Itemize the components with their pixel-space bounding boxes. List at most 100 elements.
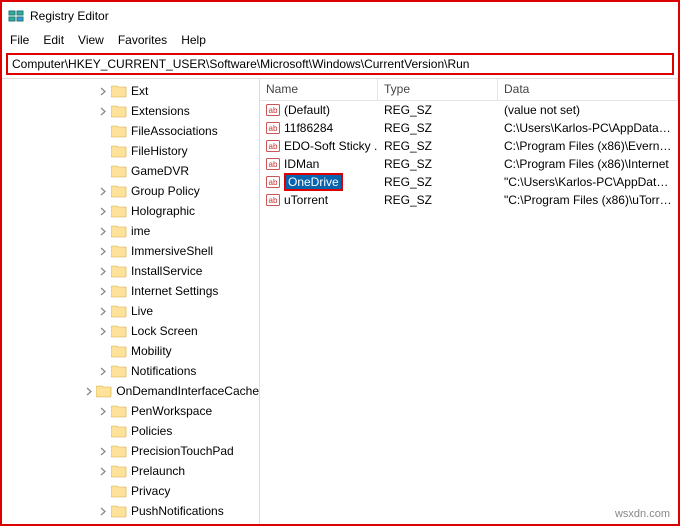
string-value-icon: ab	[266, 139, 280, 153]
svg-text:ab: ab	[269, 160, 278, 169]
tree-item-label: Notifications	[131, 364, 196, 378]
tree-item-label: Mobility	[131, 344, 172, 358]
tree-item-internet-settings[interactable]: Internet Settings	[2, 281, 259, 301]
folder-icon	[111, 224, 127, 238]
expander-icon[interactable]	[98, 286, 109, 297]
expander-icon[interactable]	[98, 446, 109, 457]
expander-icon	[98, 486, 109, 497]
tree-item-label: ime	[131, 224, 150, 238]
values-panel: Name Type Data ab(Default)REG_SZ(value n…	[260, 79, 678, 524]
value-row[interactable]: abOneDriveREG_SZ"C:\Users\Karlos-PC\AppD…	[260, 173, 678, 191]
column-name[interactable]: Name	[260, 79, 378, 100]
tree-item-holographic[interactable]: Holographic	[2, 201, 259, 221]
value-row[interactable]: abIDManREG_SZC:\Program Files (x86)\Inte…	[260, 155, 678, 173]
string-value-icon: ab	[266, 121, 280, 135]
tree-item-label: Group Policy	[131, 184, 200, 198]
svg-text:ab: ab	[269, 124, 278, 133]
window-title: Registry Editor	[30, 9, 109, 23]
tree-item-fileassociations[interactable]: FileAssociations	[2, 121, 259, 141]
expander-icon[interactable]	[98, 246, 109, 257]
tree-item-pushnotifications[interactable]: PushNotifications	[2, 501, 259, 521]
menu-help[interactable]: Help	[181, 33, 206, 47]
expander-icon[interactable]	[98, 366, 109, 377]
value-data: C:\Users\Karlos-PC\AppData\Ro	[498, 121, 678, 135]
tree-item-penworkspace[interactable]: PenWorkspace	[2, 401, 259, 421]
svg-text:ab: ab	[269, 196, 278, 205]
folder-icon	[111, 164, 127, 178]
expander-icon[interactable]	[98, 306, 109, 317]
tree-item-mobility[interactable]: Mobility	[2, 341, 259, 361]
expander-icon[interactable]	[98, 266, 109, 277]
tree-item-label: PenWorkspace	[131, 404, 212, 418]
expander-icon	[98, 426, 109, 437]
value-name: uTorrent	[284, 193, 328, 207]
expander-icon[interactable]	[98, 226, 109, 237]
folder-icon	[111, 124, 127, 138]
menu-view[interactable]: View	[78, 33, 104, 47]
expander-icon[interactable]	[98, 186, 109, 197]
tree-item-radar[interactable]: RADAR	[2, 521, 259, 524]
tree-item-lock-screen[interactable]: Lock Screen	[2, 321, 259, 341]
column-type[interactable]: Type	[378, 79, 498, 100]
expander-icon[interactable]	[98, 506, 109, 517]
column-data[interactable]: Data	[498, 79, 678, 100]
value-row[interactable]: ab(Default)REG_SZ(value not set)	[260, 101, 678, 119]
expander-icon[interactable]	[98, 206, 109, 217]
expander-icon[interactable]	[98, 406, 109, 417]
folder-icon	[111, 504, 127, 518]
address-bar[interactable]: Computer\HKEY_CURRENT_USER\Software\Micr…	[6, 53, 674, 75]
folder-icon	[111, 404, 127, 418]
tree-item-group-policy[interactable]: Group Policy	[2, 181, 259, 201]
menu-edit[interactable]: Edit	[43, 33, 64, 47]
tree-item-privacy[interactable]: Privacy	[2, 481, 259, 501]
menu-favorites[interactable]: Favorites	[118, 33, 167, 47]
svg-text:ab: ab	[269, 106, 278, 115]
tree-item-ext[interactable]: Ext	[2, 81, 259, 101]
value-name: IDMan	[284, 157, 319, 171]
string-value-icon: ab	[266, 175, 280, 189]
tree-item-ime[interactable]: ime	[2, 221, 259, 241]
menu-file[interactable]: File	[10, 33, 29, 47]
tree-item-ondemandinterfacecache[interactable]: OnDemandInterfaceCache	[2, 381, 259, 401]
tree-item-extensions[interactable]: Extensions	[2, 101, 259, 121]
folder-icon	[111, 304, 127, 318]
tree-item-immersiveshell[interactable]: ImmersiveShell	[2, 241, 259, 261]
expander-icon[interactable]	[98, 466, 109, 477]
tree-panel[interactable]: ExtExtensionsFileAssociationsFileHistory…	[2, 79, 260, 524]
tree-item-live[interactable]: Live	[2, 301, 259, 321]
string-value-icon: ab	[266, 157, 280, 171]
expander-icon[interactable]	[98, 86, 109, 97]
value-type: REG_SZ	[378, 157, 498, 171]
svg-text:ab: ab	[269, 142, 278, 151]
tree-item-label: Internet Settings	[131, 284, 218, 298]
tree-item-label: Live	[131, 304, 153, 318]
tree-item-notifications[interactable]: Notifications	[2, 361, 259, 381]
value-row[interactable]: abuTorrentREG_SZ"C:\Program Files (x86)\…	[260, 191, 678, 209]
expander-icon[interactable]	[98, 326, 109, 337]
tree-item-prelaunch[interactable]: Prelaunch	[2, 461, 259, 481]
value-row[interactable]: abEDO-Soft Sticky ...REG_SZC:\Program Fi…	[260, 137, 678, 155]
value-name: EDO-Soft Sticky ...	[284, 139, 378, 153]
tree-item-installservice[interactable]: InstallService	[2, 261, 259, 281]
expander-icon[interactable]	[85, 386, 94, 397]
value-type: REG_SZ	[378, 139, 498, 153]
address-text: Computer\HKEY_CURRENT_USER\Software\Micr…	[12, 57, 469, 71]
tree-item-gamedvr[interactable]: GameDVR	[2, 161, 259, 181]
value-data: "C:\Users\Karlos-PC\AppData\L	[498, 175, 678, 189]
tree-item-label: Holographic	[131, 204, 195, 218]
folder-icon	[111, 84, 127, 98]
string-value-icon: ab	[266, 103, 280, 117]
tree-item-label: InstallService	[131, 264, 202, 278]
tree-item-label: Prelaunch	[131, 464, 185, 478]
string-value-icon: ab	[266, 193, 280, 207]
tree-item-filehistory[interactable]: FileHistory	[2, 141, 259, 161]
tree-item-label: PrecisionTouchPad	[131, 444, 234, 458]
regedit-icon	[8, 8, 24, 24]
expander-icon	[98, 126, 109, 137]
value-name: (Default)	[284, 103, 330, 117]
value-row[interactable]: ab11f86284REG_SZC:\Users\Karlos-PC\AppDa…	[260, 119, 678, 137]
tree-item-precisiontouchpad[interactable]: PrecisionTouchPad	[2, 441, 259, 461]
folder-icon	[111, 464, 127, 478]
tree-item-policies[interactable]: Policies	[2, 421, 259, 441]
expander-icon[interactable]	[98, 106, 109, 117]
